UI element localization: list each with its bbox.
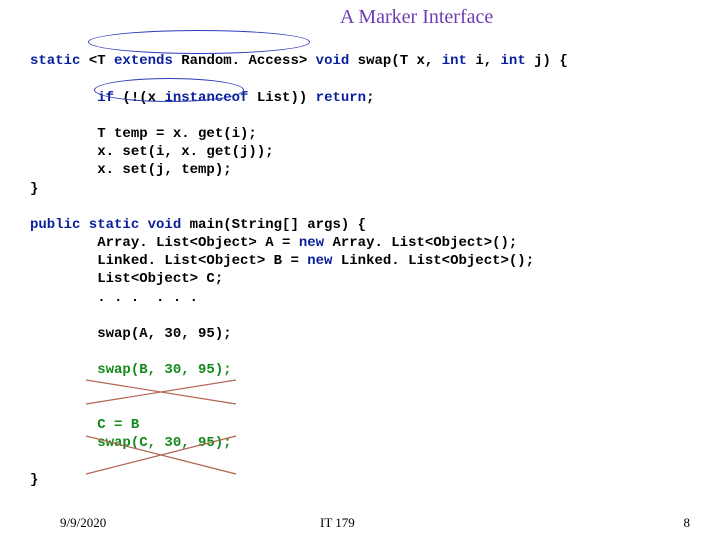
- txt: Linked. List<Object>();: [332, 253, 534, 269]
- kw-void: void: [316, 53, 350, 69]
- txt: main(String[] args) {: [181, 217, 366, 233]
- txt: i,: [467, 53, 501, 69]
- kw-static: static: [30, 53, 80, 69]
- footer-date: 9/9/2020: [60, 515, 106, 532]
- code-line: List<Object> C;: [30, 271, 223, 287]
- code-block: static <T extends Random. Access> void s…: [30, 34, 568, 489]
- code-line: T temp = x. get(i);: [30, 126, 257, 142]
- txt: <T: [80, 53, 114, 69]
- ellipse-annotation: [94, 78, 244, 102]
- kw-int: int: [501, 53, 526, 69]
- kw-public-static-void: public static void: [30, 217, 181, 233]
- ellipse-annotation: [88, 30, 310, 54]
- code-line-green: swap(B, 30, 95);: [97, 362, 231, 378]
- txt: j) {: [526, 53, 568, 69]
- kw-extends: extends: [114, 53, 173, 69]
- footer-center: IT 179: [320, 515, 355, 532]
- kw-new: new: [299, 235, 324, 251]
- code-line: x. set(i, x. get(j));: [30, 144, 274, 160]
- kw-int: int: [442, 53, 467, 69]
- code-line: . . . . . .: [30, 290, 198, 306]
- code-line: }: [30, 472, 38, 488]
- txt: Random. Access>: [173, 53, 316, 69]
- txt: Array. List<Object>();: [324, 235, 517, 251]
- txt: swap(T x,: [349, 53, 441, 69]
- kw-new: new: [307, 253, 332, 269]
- indent: [30, 417, 97, 433]
- code-line: x. set(j, temp);: [30, 162, 232, 178]
- txt: List)): [248, 90, 315, 106]
- code-line: }: [30, 181, 38, 197]
- code-line: swap(A, 30, 95);: [30, 326, 232, 342]
- code-line-green: C = B: [97, 417, 139, 433]
- crossout-annotation: [86, 378, 246, 408]
- kw-return: return: [316, 90, 366, 106]
- code-line: Array. List<Object> A =: [30, 235, 299, 251]
- indent: [30, 362, 97, 378]
- crossout-annotation: [86, 434, 246, 478]
- code-line: Linked. List<Object> B =: [30, 253, 307, 269]
- txt: ;: [366, 90, 374, 106]
- footer-page-number: 8: [684, 515, 691, 532]
- slide-title: A Marker Interface: [340, 4, 493, 30]
